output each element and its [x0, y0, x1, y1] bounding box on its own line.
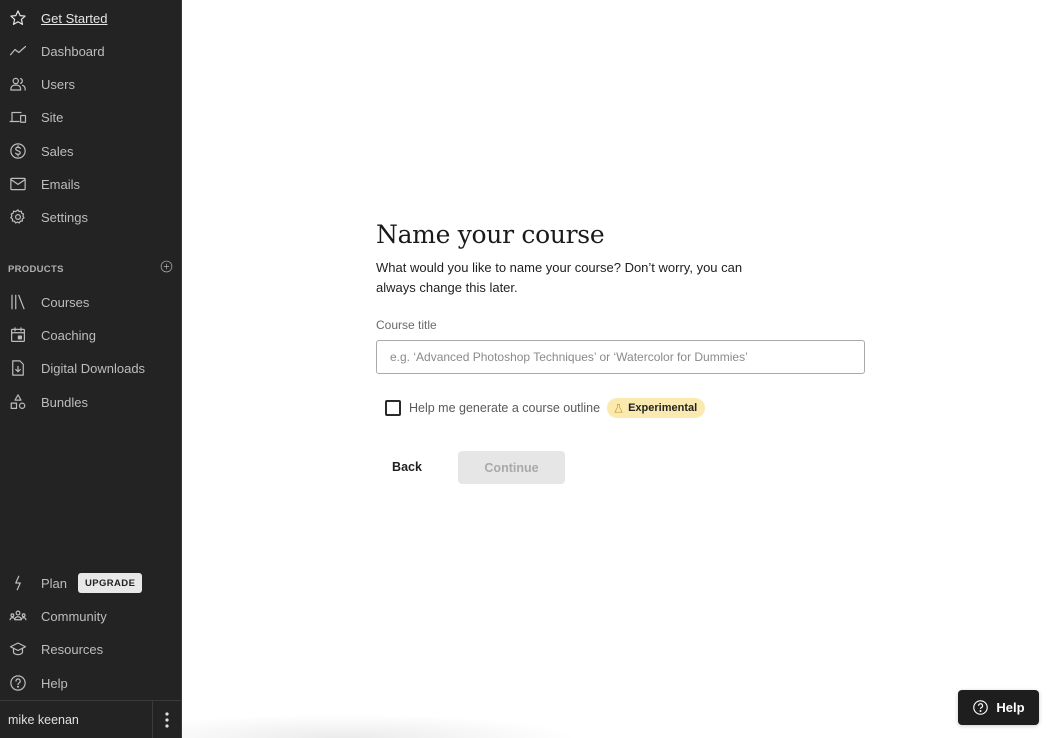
gear-icon: [8, 207, 28, 227]
sidebar-item-bundles[interactable]: Bundles: [0, 387, 181, 417]
sidebar-item-label: Users: [41, 76, 75, 92]
sidebar: Get Started Dashboard Users Site Sales E…: [0, 0, 182, 738]
sidebar-item-emails[interactable]: Emails: [0, 169, 181, 199]
sidebar-item-settings[interactable]: Settings: [0, 202, 181, 232]
products-section-title: PRODUCTS: [8, 263, 64, 275]
sidebar-item-label: Coaching: [41, 327, 96, 343]
help-fab-button[interactable]: Help: [958, 690, 1039, 725]
course-title-input[interactable]: [376, 340, 865, 374]
star-icon: [8, 8, 28, 28]
sidebar-item-dashboard[interactable]: Dashboard: [0, 36, 181, 66]
sidebar-item-help[interactable]: Help: [0, 668, 181, 698]
outline-checkbox[interactable]: [385, 400, 401, 416]
sidebar-item-resources[interactable]: Resources: [0, 634, 181, 664]
sidebar-item-site[interactable]: Site: [0, 102, 181, 132]
sidebar-item-label: Plan: [41, 575, 68, 591]
app: Get Started Dashboard Users Site Sales E…: [0, 0, 1055, 738]
sidebar-item-label: Settings: [41, 209, 88, 225]
experimental-badge-label: Experimental: [628, 402, 698, 414]
experimental-badge: Experimental: [607, 398, 706, 418]
sidebar-item-coaching[interactable]: Coaching: [0, 320, 181, 350]
help-fab-label: Help: [996, 700, 1025, 715]
library-icon: [8, 292, 28, 312]
sidebar-item-label: Dashboard: [41, 43, 105, 59]
sidebar-item-label: Get Started: [41, 10, 108, 26]
sidebar-item-label: Sales: [41, 143, 74, 159]
devices-icon: [8, 107, 28, 127]
main-content: Name your course What would you like to …: [182, 0, 1055, 738]
sidebar-item-community[interactable]: Community: [0, 601, 181, 631]
outline-checkbox-row: Help me generate a course outline Experi…: [385, 398, 706, 418]
sidebar-item-users[interactable]: Users: [0, 69, 181, 99]
sidebar-item-label: Community: [41, 608, 107, 624]
question-circle-icon: [973, 700, 989, 715]
page-description: What would you like to name your course?…: [376, 260, 743, 295]
users-icon: [8, 74, 28, 94]
user-menu-button[interactable]: [152, 701, 181, 738]
envelope-icon: [8, 174, 28, 194]
calendar-icon: [8, 325, 28, 345]
sidebar-item-label: Emails: [41, 176, 81, 192]
lightning-icon: [8, 573, 28, 593]
file-download-icon: [8, 358, 28, 378]
products-section-header: PRODUCTS: [8, 260, 173, 278]
outline-checkbox-label[interactable]: Help me generate a course outline: [409, 401, 600, 415]
flask-icon: [614, 403, 623, 412]
page-title: Name your course: [376, 220, 605, 249]
sidebar-item-get-started[interactable]: Get Started: [0, 3, 181, 33]
graduation-cap-icon: [8, 639, 28, 659]
kebab-menu-icon: [165, 712, 169, 728]
sidebar-item-sales[interactable]: Sales: [0, 136, 181, 166]
back-button[interactable]: Back: [376, 451, 438, 483]
bottom-shadow: [182, 714, 582, 738]
sidebar-item-label: Help: [41, 675, 68, 691]
trend-line-icon: [8, 41, 28, 61]
sidebar-item-digital-downloads[interactable]: Digital Downloads: [0, 353, 181, 383]
dollar-circle-icon: [8, 141, 28, 161]
community-icon: [8, 606, 28, 626]
question-circle-icon: [8, 673, 28, 693]
course-title-label: Course title: [376, 318, 437, 332]
continue-button[interactable]: Continue: [458, 451, 565, 484]
plus-circle-icon[interactable]: [160, 260, 173, 278]
sidebar-item-label: Bundles: [41, 394, 88, 410]
user-bar: mike keenan: [0, 700, 181, 738]
sidebar-item-label: Site: [41, 109, 64, 125]
sidebar-item-courses[interactable]: Courses: [0, 287, 181, 317]
sidebar-item-label: Resources: [41, 641, 104, 657]
sidebar-item-label: Digital Downloads: [41, 360, 146, 376]
user-name[interactable]: mike keenan: [8, 713, 79, 727]
shapes-icon: [8, 392, 28, 412]
sidebar-item-label: Courses: [41, 294, 90, 310]
upgrade-badge[interactable]: UPGRADE: [78, 573, 143, 593]
